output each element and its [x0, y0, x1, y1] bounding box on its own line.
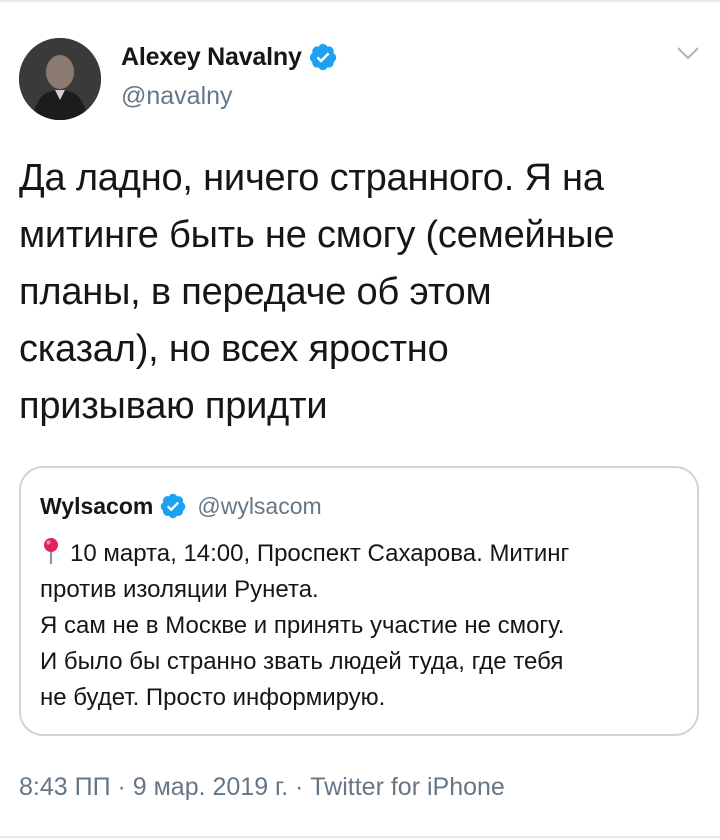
quoted-author-row: Wylsacom @wylsacom	[40, 492, 322, 520]
quoted-tweet-card[interactable]: Wylsacom @wylsacom 10 марта, 14:00, Прос…	[19, 466, 699, 736]
quoted-text-line: не будет. Просто информирую.	[40, 684, 386, 711]
tweet-text-line: сказал), но всех яростно	[19, 328, 449, 370]
author-name-row[interactable]: Alexey Navalny	[121, 42, 338, 72]
verified-badge-icon	[309, 43, 336, 71]
quoted-text-line: И было бы странно звать людей туда, где …	[40, 648, 564, 675]
tweet-text-line: призываю придти	[19, 385, 328, 427]
tweet-meta[interactable]: 8:43 ПП · 9 мар. 2019 г. · Twitter for i…	[19, 773, 505, 802]
quoted-text-line-content: 10 марта, 14:00, Проспект Сахарова. Мити…	[70, 540, 570, 567]
tweet-text-line: митинге быть не смогу (семейные	[19, 214, 615, 256]
chevron-down-icon[interactable]	[676, 44, 700, 62]
tweet-text: Да ладно, ничего странного. Я на митинге…	[19, 150, 709, 435]
author-display-name[interactable]: Alexey Navalny	[121, 43, 302, 72]
quoted-text: 10 марта, 14:00, Проспект Сахарова. Мити…	[40, 536, 690, 716]
verified-badge-icon	[161, 493, 186, 519]
bottom-divider	[0, 836, 720, 838]
quoted-text-line: Я сам не в Москве и принять участие не с…	[40, 612, 565, 639]
avatar-image	[19, 38, 101, 120]
avatar[interactable]	[19, 38, 101, 120]
quoted-text-line: 10 марта, 14:00, Проспект Сахарова. Мити…	[40, 536, 690, 572]
quoted-text-line: против изоляции Рунета.	[40, 576, 319, 603]
round-pushpin-icon	[44, 538, 58, 564]
tweet-text-line: планы, в передаче об этом	[19, 271, 492, 313]
quoted-handle: @wylsacom	[197, 492, 322, 519]
tweet-text-line: Да ладно, ничего странного. Я на	[19, 157, 604, 199]
top-divider	[0, 0, 720, 2]
quoted-display-name: Wylsacom	[40, 492, 154, 519]
author-handle[interactable]: @navalny	[121, 82, 233, 111]
